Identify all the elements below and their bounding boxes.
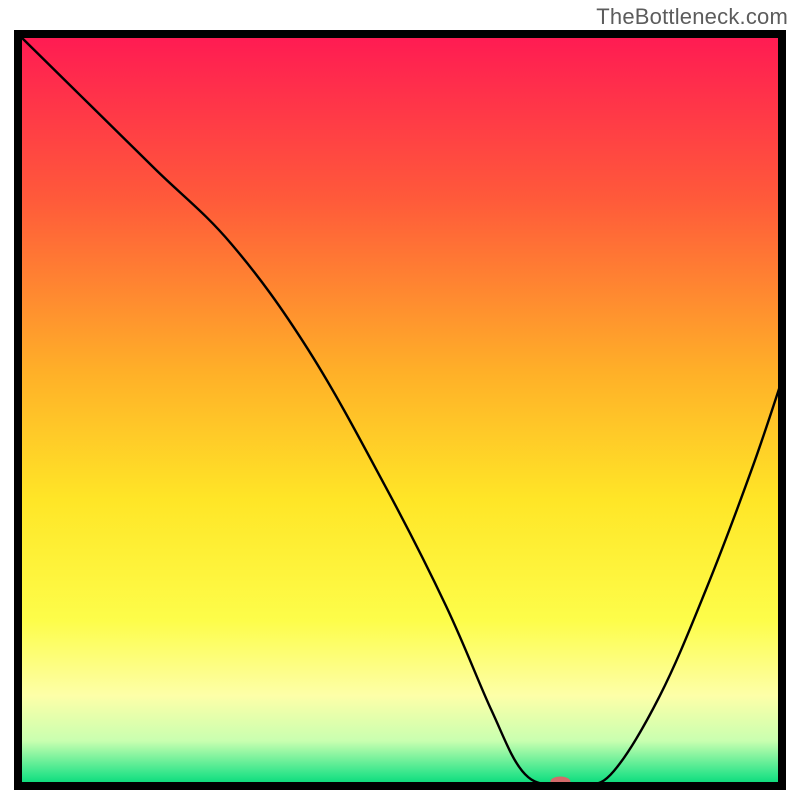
watermark-text: TheBottleneck.com xyxy=(596,4,788,30)
bottleneck-chart xyxy=(14,30,786,790)
